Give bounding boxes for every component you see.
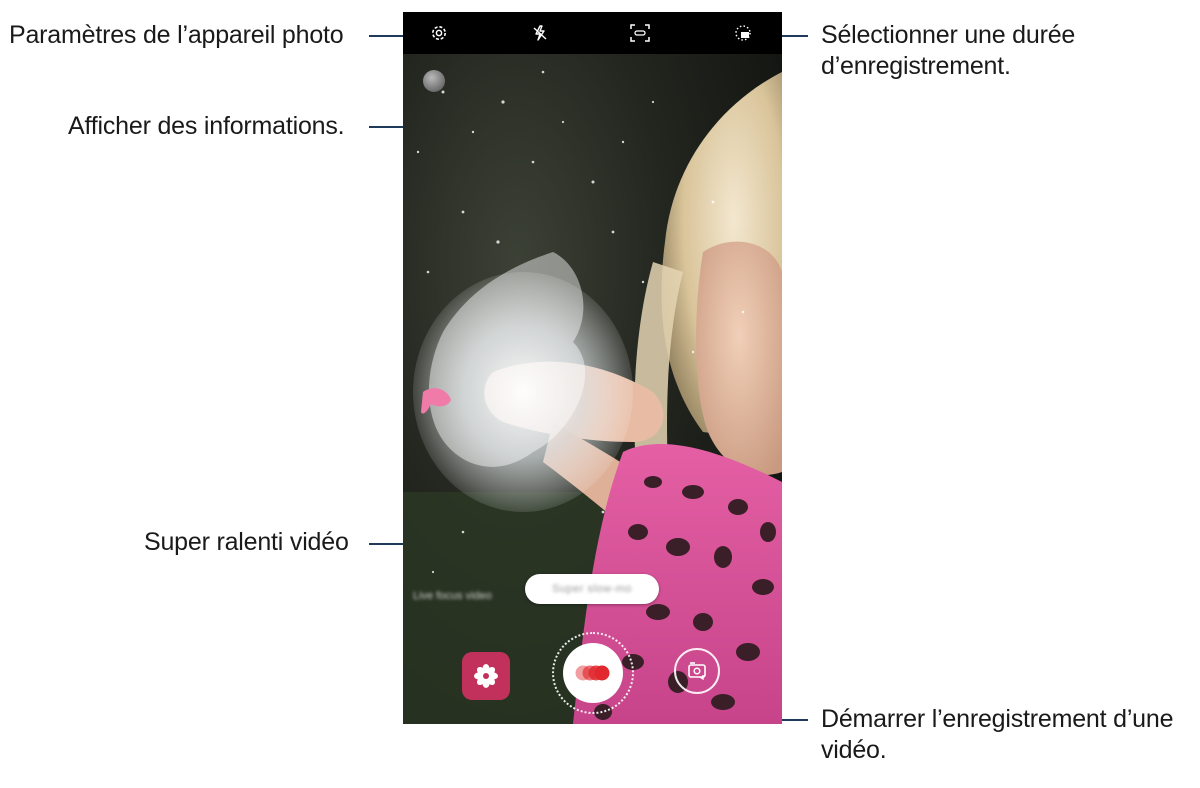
gear-icon [432, 26, 446, 40]
recording-duration-icon [735, 25, 751, 41]
switch-camera-icon [688, 662, 706, 681]
duration-callout-line2: d’enregistrement. [821, 52, 1011, 80]
gallery-button[interactable] [462, 652, 510, 700]
info-callout: Afficher des informations. [68, 112, 345, 140]
settings-button[interactable] [424, 18, 454, 48]
camera-preview-photo [403, 12, 782, 724]
flash-button[interactable] [525, 18, 555, 48]
mode-strip-label[interactable]: Live focus video [413, 590, 492, 602]
settings-callout: Paramètres de l’appareil photo [9, 21, 344, 49]
motion-detection-button[interactable] [625, 18, 655, 48]
camera-top-bar [403, 12, 782, 54]
flower-icon [474, 664, 498, 688]
super-slow-mo-record-icon [575, 665, 610, 681]
flash-off-icon [533, 25, 547, 41]
camera-screen: Live focus video Super slow-mo [403, 12, 782, 724]
super-slow-callout: Super ralenti vidéo [144, 528, 349, 556]
motion-detection-icon [630, 24, 650, 42]
duration-callout-line1: Sélectionner une durée [821, 21, 1076, 49]
record-callout-line2: vidéo. [821, 736, 887, 764]
switch-camera-button[interactable] [674, 648, 720, 694]
recording-duration-button[interactable] [728, 18, 758, 48]
record-button[interactable] [563, 643, 623, 703]
info-button[interactable] [423, 70, 445, 92]
record-callout-line1: Démarrer l’enregistrement d’une [821, 705, 1174, 733]
mode-selector-pill[interactable]: Super slow-mo [525, 574, 659, 604]
mode-label: Super slow-mo [552, 583, 632, 595]
